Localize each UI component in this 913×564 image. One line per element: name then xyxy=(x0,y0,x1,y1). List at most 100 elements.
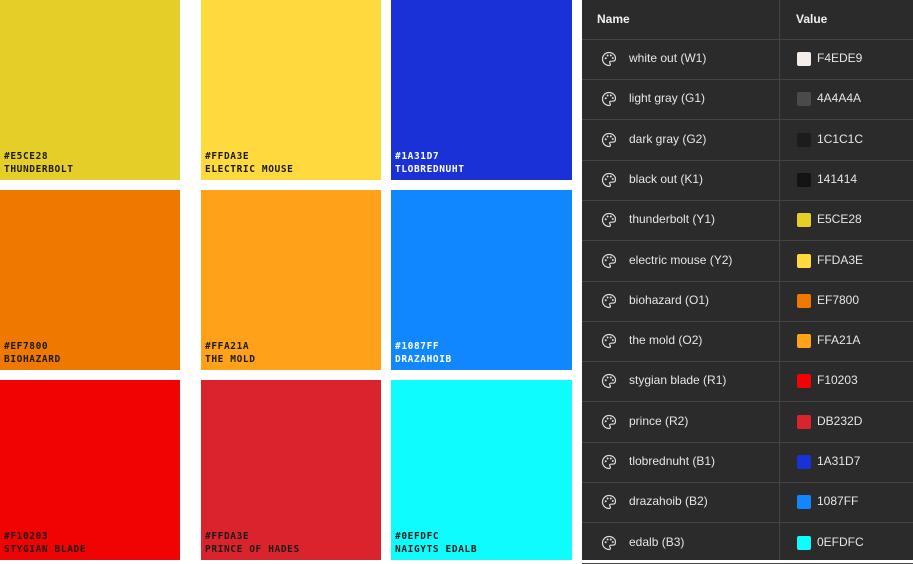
swatch-name: BIOHAZARD xyxy=(4,354,61,365)
color-value: 1A31D7 xyxy=(817,454,861,468)
swatch-label: #E5CE28 THUNDERBOLT xyxy=(4,150,74,176)
color-name: dark gray (G2) xyxy=(629,131,707,146)
color-value: EF7800 xyxy=(817,292,860,307)
color-name: white out (W1) xyxy=(629,51,707,65)
swatch-hex: #FFDA3E xyxy=(205,151,250,162)
color-chip xyxy=(797,414,811,429)
swatch-label: #EF7800 BIOHAZARD xyxy=(4,340,61,366)
color-value: FFA21A xyxy=(817,333,861,348)
swatch-name: STYGIAN BLADE xyxy=(4,544,87,555)
color-name: drazahoib (B2) xyxy=(629,494,708,509)
swatch-thunderbolt[interactable]: #E5CE28 THUNDERBOLT xyxy=(0,0,180,180)
color-value: 1087FF xyxy=(817,494,859,509)
swatch-label: #FFA21A THE MOLD xyxy=(205,340,256,366)
swatch-name: PRINCE OF HADES xyxy=(205,544,300,555)
palette-icon xyxy=(601,293,617,308)
swatch-name: TLOBREDNUHT xyxy=(395,164,465,175)
table-row[interactable]: edalb (B3) 0EFDFC xyxy=(582,523,913,564)
name-column-header[interactable]: Name xyxy=(597,12,630,26)
color-chip xyxy=(797,132,811,147)
swatch-label: #F10203 STYGIAN BLADE xyxy=(4,530,86,556)
color-chip xyxy=(797,92,811,107)
swatch-hex: #EF7800 xyxy=(4,341,49,352)
color-chip xyxy=(797,455,811,469)
color-value: F10203 xyxy=(817,373,858,388)
color-name: the mold (O2) xyxy=(629,333,703,348)
table-header: Name Value xyxy=(582,0,913,40)
table-row[interactable]: prince (R2) DB232D xyxy=(582,402,913,443)
table-row[interactable]: stygian blade (R1) F10203 xyxy=(582,361,913,403)
swatch-label: #FFDA3E ELECTRIC MOUSE xyxy=(205,150,293,176)
color-value: 0EFDFC xyxy=(817,534,864,549)
swatch-grid: #E5CE28 THUNDERBOLT #FFDA3E ELECTRIC MOUSE #… xyxy=(0,0,582,560)
color-chip xyxy=(797,535,811,550)
color-name: edalb (B3) xyxy=(629,534,685,549)
palette-icon xyxy=(601,172,617,187)
swatch-label: #0EFDFC NAIGYTS EDALB xyxy=(395,530,477,556)
swatch-name: NAIGYTS EDALB xyxy=(395,544,478,555)
swatch-label: #1087FF DRAZAHOIB xyxy=(395,340,452,366)
palette-icon xyxy=(601,51,617,67)
color-value: F4EDE9 xyxy=(817,51,863,65)
color-name: prince (R2) xyxy=(629,413,689,428)
swatch-name: ELECTRIC MOUSE xyxy=(205,164,294,175)
color-name: biohazard (O1) xyxy=(629,292,710,307)
color-chip xyxy=(797,374,811,389)
color-name: stygian blade (R1) xyxy=(629,373,727,388)
color-chip xyxy=(797,52,811,66)
swatch-electric-mouse[interactable]: #FFDA3E ELECTRIC MOUSE xyxy=(201,0,381,180)
swatch-tlobrednuht[interactable]: #1A31D7 TLOBREDNUHT xyxy=(391,0,572,180)
color-value: 141414 xyxy=(817,171,858,186)
table-row[interactable]: the mold (O2) FFA21A xyxy=(582,321,913,363)
swatch-drazahoib[interactable]: #1087FF DRAZAHOIB xyxy=(391,190,572,370)
color-chip xyxy=(797,334,811,349)
swatch-label: #1A31D7 TLOBREDNUHT xyxy=(395,150,465,176)
color-value: DB232D xyxy=(817,413,863,428)
color-name: electric mouse (Y2) xyxy=(629,252,733,267)
swatch-hex: #1087FF xyxy=(395,341,440,352)
swatch-biohazard[interactable]: #EF7800 BIOHAZARD xyxy=(0,190,180,370)
palette-icon xyxy=(601,253,617,268)
swatch-name: THE MOLD xyxy=(205,354,256,365)
swatch-prince-of-hades[interactable]: #FFDA3E PRINCE OF HADES xyxy=(201,380,381,560)
swatch-hex: #1A31D7 xyxy=(395,151,440,162)
color-chip xyxy=(797,495,811,510)
table-row[interactable]: drazahoib (B2) 1087FF xyxy=(582,482,913,524)
table-row[interactable]: tlobrednuht (B1) 1A31D7 xyxy=(582,442,913,483)
table-row[interactable]: thunderbolt (Y1) E5CE28 xyxy=(582,200,913,242)
color-chip xyxy=(797,172,811,187)
swatch-hex: #0EFDFC xyxy=(395,531,440,542)
palette-icon xyxy=(601,213,617,228)
value-column-header[interactable]: Value xyxy=(796,12,827,26)
palette-icon xyxy=(601,132,617,147)
table-row[interactable]: biohazard (O1) EF7800 xyxy=(582,281,913,322)
color-chip xyxy=(797,253,811,268)
color-chip xyxy=(797,213,811,228)
palette-icon xyxy=(601,374,617,389)
swatch-hex: #F10203 xyxy=(4,531,49,542)
palette-icon xyxy=(601,535,617,550)
table-row[interactable]: electric mouse (Y2) FFDA3E xyxy=(582,241,913,282)
table-row[interactable]: dark gray (G2) 1C1C1C xyxy=(582,120,913,161)
color-value: 4A4A4A xyxy=(817,91,862,106)
swatch-hex: #FFA21A xyxy=(205,341,250,352)
table-row[interactable]: white out (W1) F4EDE9 xyxy=(582,39,913,80)
swatch-hex: #E5CE28 xyxy=(4,151,49,162)
color-value: E5CE28 xyxy=(817,212,862,227)
color-table: Name Value white out (W1) F4EDE9 light gra… xyxy=(582,0,913,564)
color-value: FFDA3E xyxy=(817,252,864,267)
swatch-label: #FFDA3E PRINCE OF HADES xyxy=(205,530,300,556)
color-name: tlobrednuht (B1) xyxy=(629,454,716,468)
swatch-naigyts-edalb[interactable]: #0EFDFC NAIGYTS EDALB xyxy=(391,380,572,560)
palette-icon xyxy=(601,414,617,429)
swatch-the-mold[interactable]: #FFA21A THE MOLD xyxy=(201,190,381,370)
color-name: thunderbolt (Y1) xyxy=(629,212,716,227)
table-row[interactable]: light gray (G1) 4A4A4A xyxy=(582,79,913,121)
table-row[interactable]: black out (K1) 141414 xyxy=(582,160,913,201)
swatch-stygian-blade[interactable]: #F10203 STYGIAN BLADE xyxy=(0,380,180,560)
swatch-name: DRAZAHOIB xyxy=(395,354,452,365)
palette-icon xyxy=(601,495,617,510)
color-chip xyxy=(797,293,811,308)
color-value: 1C1C1C xyxy=(817,131,864,146)
swatch-name: THUNDERBOLT xyxy=(4,164,74,175)
